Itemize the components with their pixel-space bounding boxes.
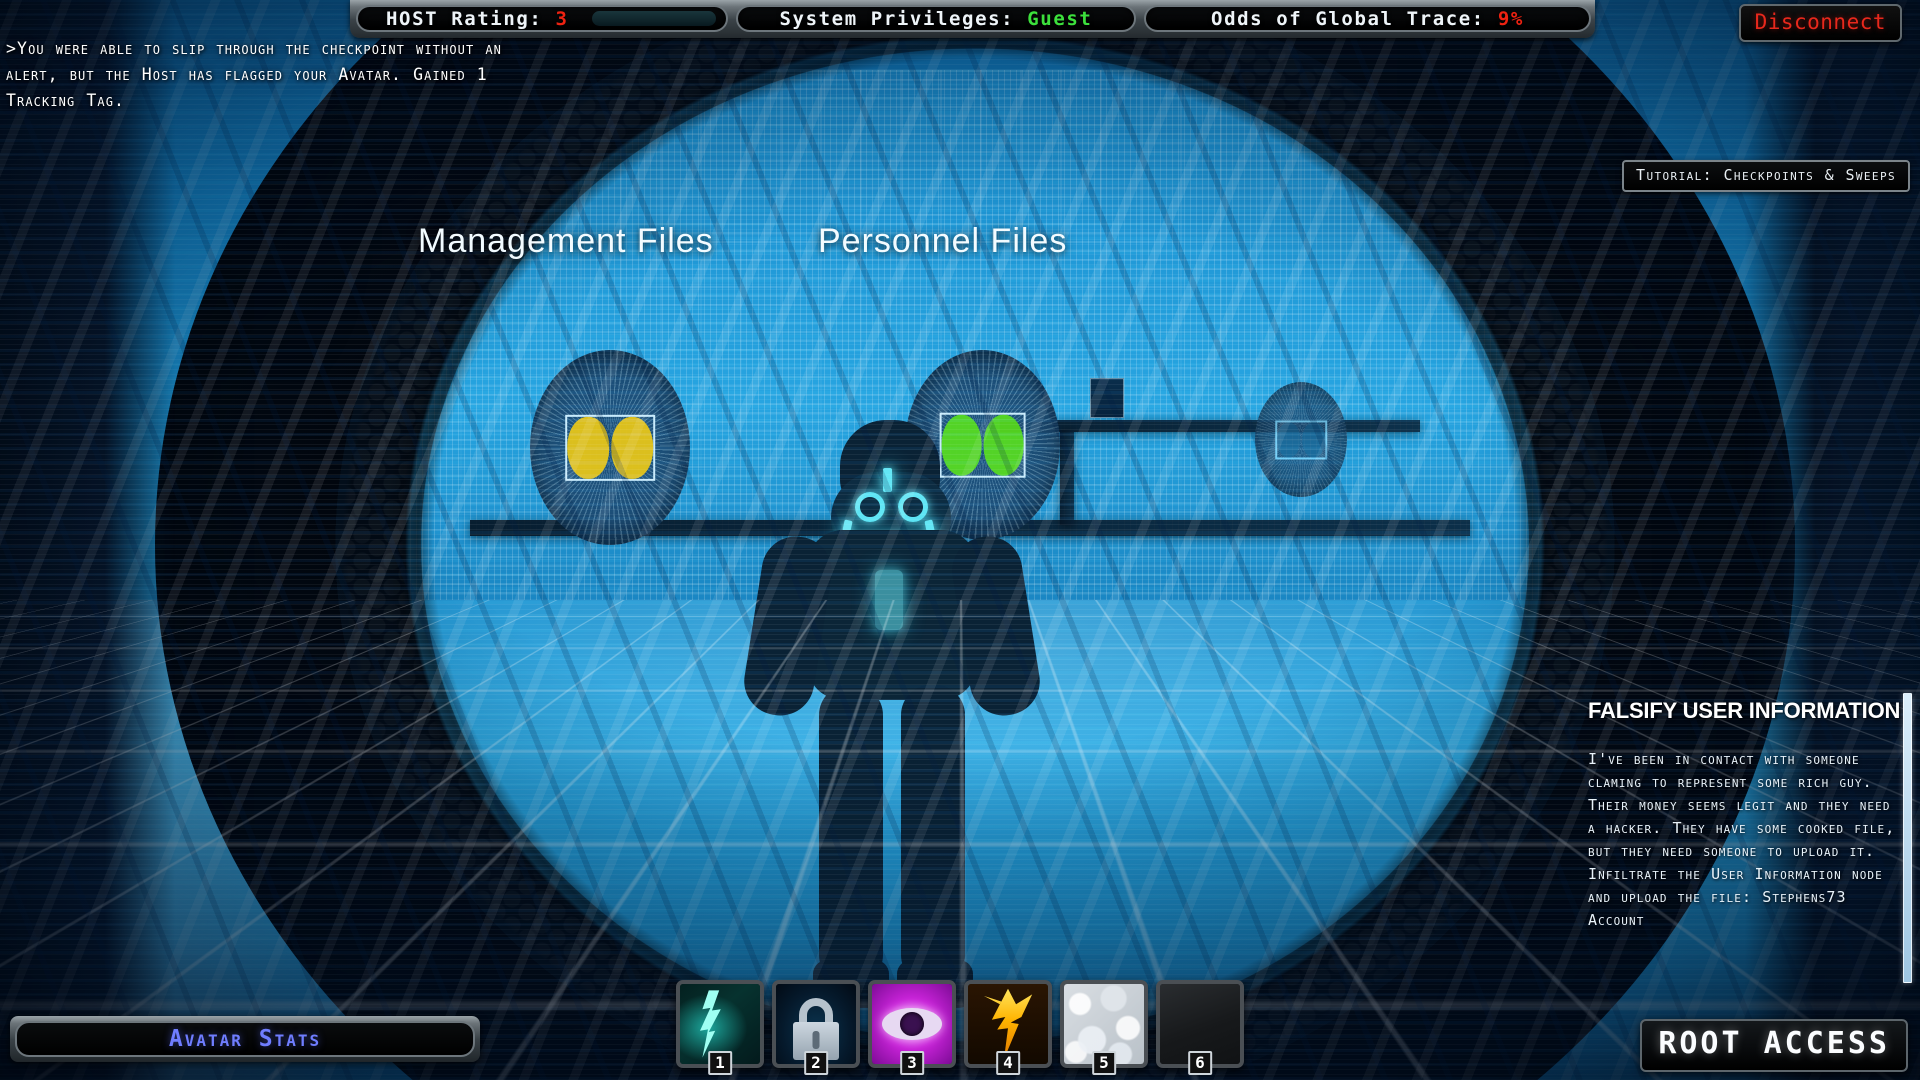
mission-description: I've been in contact with someone clamin… (1588, 748, 1902, 932)
host-rating-label: HOST Rating: (386, 8, 556, 30)
avatar-stats-label: Avatar Stats (169, 1026, 321, 1052)
hotbar-slot-4-key: 4 (996, 1051, 1020, 1075)
node-label-management-files: Management Files (418, 222, 714, 261)
system-privileges-value: Guest (1027, 8, 1092, 30)
mission-title: FALSIFY USER INFORMATION (1588, 698, 1902, 724)
hotbar-slot-4[interactable]: 4 (964, 980, 1052, 1068)
system-privileges-label: System Privileges: (780, 8, 1028, 30)
odds-global-trace-label: Odds of Global Trace: (1211, 8, 1498, 30)
hotbar-slot-6-key: 6 (1188, 1051, 1212, 1075)
top-status-bar: HOST Rating: 3 System Privileges: Guest … (350, 0, 1595, 38)
disconnect-button[interactable]: Disconnect (1739, 4, 1902, 42)
mission-panel: FALSIFY USER INFORMATION I've been in co… (1570, 690, 1920, 1020)
hotbar-slot-1[interactable]: 1 (676, 980, 764, 1068)
hotbar-slot-6[interactable]: 6 (1156, 980, 1244, 1068)
hotbar-slot-3-key: 3 (900, 1051, 924, 1075)
odds-global-trace-value: 9% (1498, 8, 1524, 30)
ability-hotbar: 1 2 3 4 5 6 (676, 980, 1244, 1068)
hotbar-slot-2[interactable]: 2 (772, 980, 860, 1068)
hotbar-slot-1-key: 1 (708, 1051, 732, 1075)
hotbar-slot-5-key: 5 (1092, 1051, 1116, 1075)
host-rating-meter (592, 11, 716, 26)
hotbar-slot-2-key: 2 (804, 1051, 828, 1075)
mission-scrollbar[interactable] (1903, 693, 1912, 983)
hotbar-slot-3[interactable]: 3 (868, 980, 956, 1068)
tutorial-badge[interactable]: Tutorial: Checkpoints & Sweeps (1622, 160, 1910, 192)
host-rating-value: 3 (556, 8, 569, 30)
hotbar-slot-5[interactable]: 5 (1060, 980, 1148, 1068)
avatar-stats-button[interactable]: Avatar Stats (10, 1016, 480, 1062)
stat-system-privileges: System Privileges: Guest (736, 5, 1136, 32)
hud-layer: Management Files Personnel Files HOST Ra… (0, 0, 1920, 1080)
stat-host-rating: HOST Rating: 3 (356, 5, 728, 32)
node-label-personnel-files: Personnel Files (818, 222, 1067, 261)
narrative-log: >You were able to slip through the check… (6, 36, 506, 114)
stat-odds-global-trace: Odds of Global Trace: 9% (1144, 5, 1591, 32)
root-access-button[interactable]: ROOT ACCESS (1640, 1019, 1908, 1072)
